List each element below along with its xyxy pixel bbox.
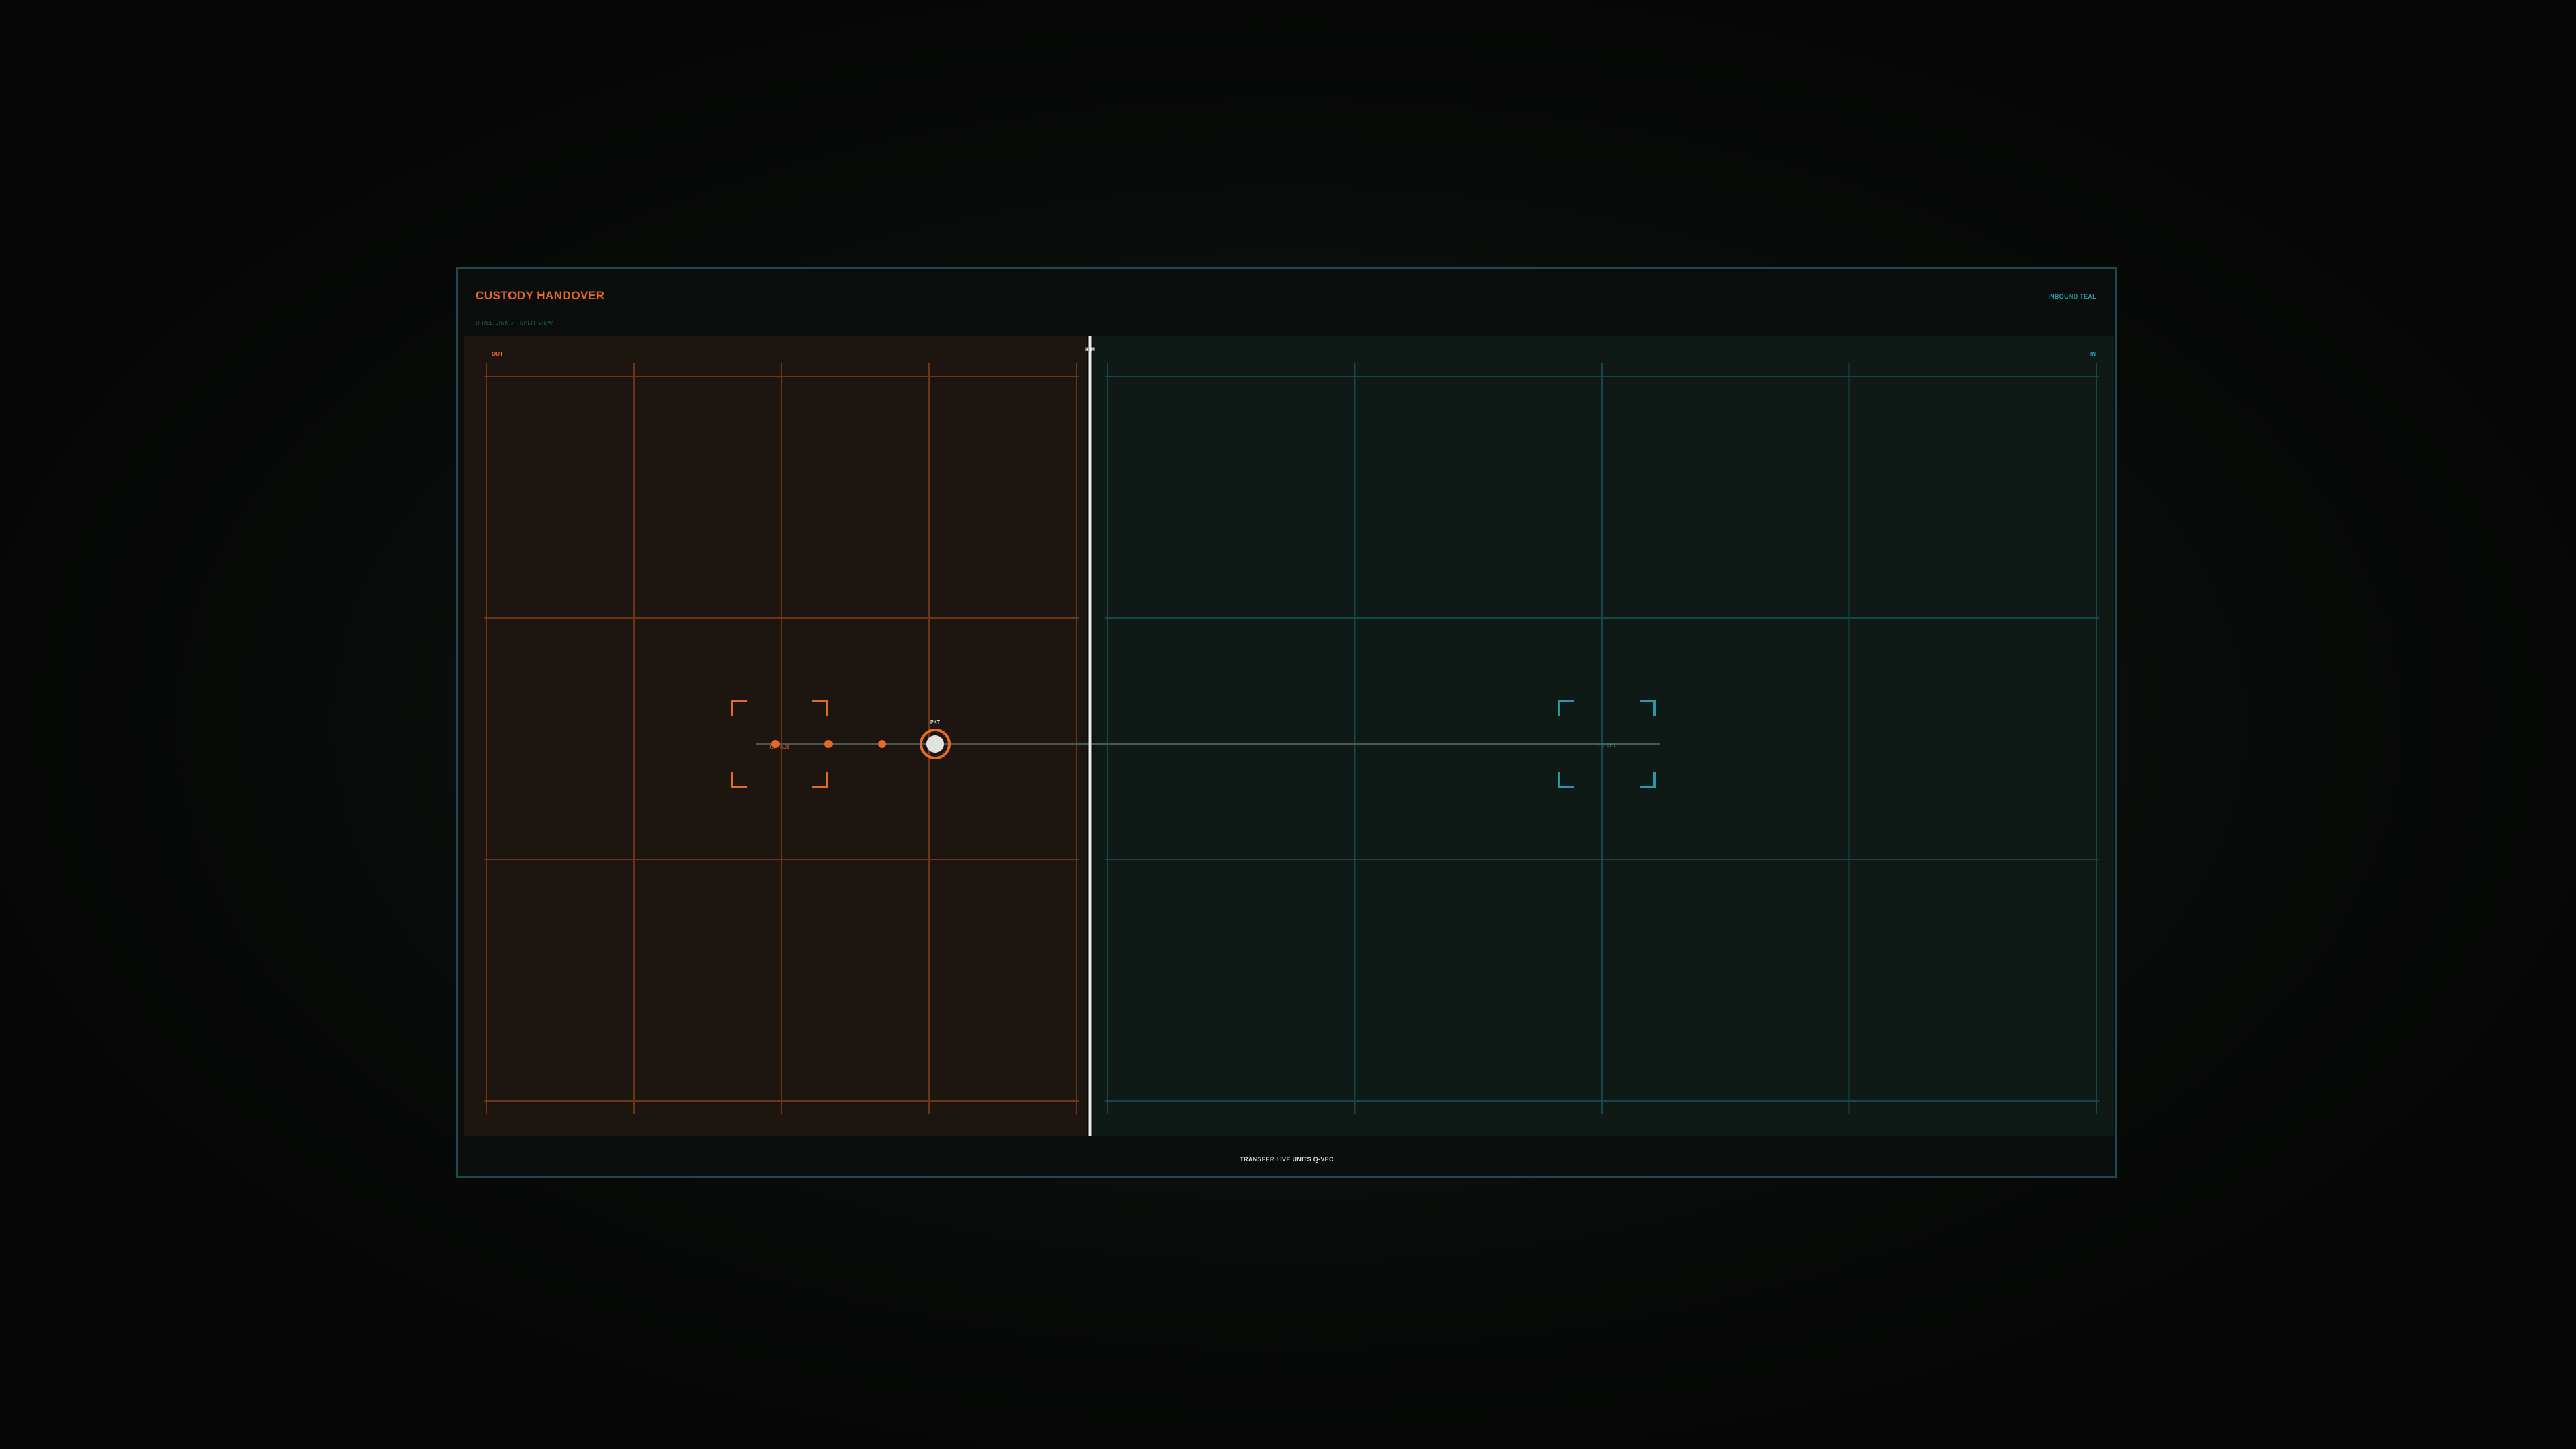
payload-label: PKT xyxy=(930,720,941,725)
inbound-zone xyxy=(1093,336,2114,1136)
transfer-status: TRANSFER LIVE UNITS Q-VEC xyxy=(1240,1156,1334,1163)
inbound-zone-label: IN xyxy=(2090,351,2096,357)
handover-divider-label: HDM xyxy=(1085,348,1095,352)
handover-canvas: OUT IN OR-A08 PKT TR-SP7 HDM xyxy=(464,336,2114,1136)
custody-handover-panel: CUSTODY HANDOVER D-REL-LINK 7 · SPLIT VI… xyxy=(456,267,2117,1178)
handover-stage: OUT IN OR-A08 PKT TR-SP7 HDM xyxy=(464,336,2114,1136)
destination-target-label: TR-SP7 xyxy=(1597,742,1617,748)
page-subtitle: D-REL-LINK 7 · SPLIT VIEW xyxy=(476,320,553,326)
outbound-zone-label: OUT xyxy=(492,351,503,357)
payload-core xyxy=(926,735,944,753)
mode-label: INBOUND TEAL xyxy=(2048,293,2096,300)
trail-dot xyxy=(771,740,780,748)
trail-dot xyxy=(824,740,833,748)
outbound-zone xyxy=(464,336,1087,1136)
page-title: CUSTODY HANDOVER xyxy=(476,289,605,302)
trail-dot xyxy=(878,740,886,748)
